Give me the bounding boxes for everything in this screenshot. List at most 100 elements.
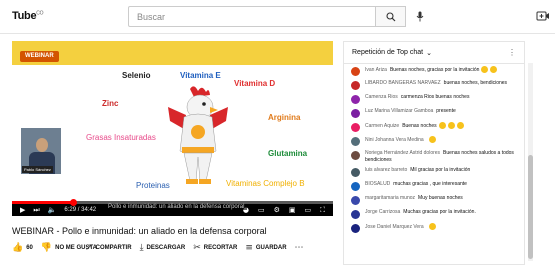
youtube-logo[interactable]: TubeCO	[12, 10, 43, 22]
download-label: DESCARGAR	[146, 245, 186, 251]
clip-button[interactable]: ✂ RECORTAR	[193, 243, 237, 253]
avatar[interactable]	[351, 123, 360, 132]
chat-author[interactable]: Luz Marina Villamizar Gamboa	[365, 108, 433, 114]
search-button[interactable]	[376, 6, 406, 27]
chat-author[interactable]: Jorge Carrizosa	[365, 209, 400, 215]
avatar[interactable]	[351, 168, 360, 177]
video-frame: WEBINAR Selenio Vitamina E Vitamina D Zi…	[12, 41, 333, 201]
chat-author[interactable]: BIOSALUD	[365, 181, 390, 187]
chat-author[interactable]: LIBARDO BANGERAS NARVAEZ	[365, 80, 441, 86]
avatar[interactable]	[351, 81, 360, 90]
like-count: 60	[26, 245, 33, 251]
chat-author[interactable]: Jose Daniel Marquez Vera	[365, 224, 424, 230]
chat-message: Nini Johanna Vera Medina	[344, 134, 524, 148]
avatar[interactable]	[351, 151, 360, 160]
video-subtitle-overlay: Pollo e inmunidad: un aliado en la defen…	[105, 204, 248, 210]
emoji-icon	[447, 122, 455, 129]
chat-message: Jose Daniel Marquez Vera	[344, 221, 524, 235]
save-button[interactable]: ≡ GUARDAR	[245, 243, 286, 253]
chat-text: Buenas noches, gracias por la invitación	[389, 66, 480, 73]
chat-message-body: margaritamaria munoz Muy buenas noches	[365, 195, 463, 202]
voice-search-button[interactable]	[412, 9, 427, 24]
like-button[interactable]: 👍 60	[12, 243, 33, 253]
chevron-down-icon[interactable]: ⌄	[426, 49, 432, 57]
avatar[interactable]	[351, 182, 360, 191]
search-input[interactable]: Buscar	[128, 6, 376, 27]
chat-message: Jorge Carrizosa Muchas gracias por la inv…	[344, 207, 524, 221]
chat-message: margaritamaria munoz Muy buenas noches	[344, 193, 524, 207]
chat-header[interactable]: Repetición de Top chat ⌄ ⋮	[344, 42, 524, 64]
chat-scrollbar-thumb[interactable]	[528, 155, 533, 259]
chat-message-body: Jose Daniel Marquez Vera	[365, 223, 436, 230]
chat-message-body: Jorge Carrizosa Muchas gracias por la inv…	[365, 209, 476, 216]
chat-text: muchas gracias , que interesante	[393, 181, 467, 187]
chat-scrollbar[interactable]	[528, 63, 533, 261]
create-video-icon[interactable]	[536, 10, 550, 22]
chat-author[interactable]: Camenza Rios	[365, 94, 398, 100]
avatar[interactable]	[351, 137, 360, 146]
chat-author[interactable]: margaritamaria munoz	[365, 195, 415, 201]
slide-header-band	[12, 41, 333, 65]
slide-word: Grasas Insaturadas	[86, 133, 156, 142]
avatar[interactable]	[351, 224, 360, 233]
more-vertical-icon[interactable]: ⋮	[508, 48, 516, 57]
chat-message-body: luis alvarez barreto Mil gracias por la i…	[365, 167, 470, 174]
more-horizontal-icon: ⋯	[294, 243, 304, 253]
chat-text: Mil gracias por la invitación	[410, 167, 471, 173]
miniplayer-icon[interactable]: ▣	[289, 206, 296, 215]
play-icon[interactable]: ▶	[20, 206, 25, 214]
emoji-icon	[490, 66, 498, 73]
video-player[interactable]: WEBINAR Selenio Vitamina E Vitamina D Zi…	[12, 41, 333, 216]
slide-word: Vitamina E	[180, 71, 221, 80]
chat-text: Muchas gracias por la invitación.	[403, 209, 476, 215]
slide-word: Zinc	[102, 99, 119, 108]
speaker-webcam: Pablo Sánchez	[20, 127, 62, 175]
thumbs-down-icon: 👎	[40, 243, 53, 253]
chat-author[interactable]: Carmen Aquize	[365, 123, 399, 129]
chat-message: luis alvarez barreto Mil gracias por la i…	[344, 165, 524, 179]
chat-message-body: LIBARDO BANGERAS NARVAEZ buenas noches, b…	[365, 80, 507, 87]
slide-word: Arginina	[268, 113, 301, 122]
time-display: 6:29 / 34:42	[64, 207, 97, 213]
more-actions-button[interactable]: ⋯	[295, 243, 304, 253]
avatar[interactable]	[351, 196, 360, 205]
avatar[interactable]	[351, 67, 360, 76]
chat-author[interactable]: Ivan Ariza	[365, 67, 387, 73]
microphone-icon	[416, 11, 423, 22]
chat-message-body: Luz Marina Villamizar Gamboa presente	[365, 108, 456, 115]
webinar-badge: WEBINAR	[20, 51, 59, 62]
avatar[interactable]	[351, 95, 360, 104]
share-button[interactable]: ↗ COMPARTIR	[85, 243, 131, 253]
next-icon[interactable]: ⏭	[33, 206, 39, 215]
theater-icon[interactable]: ▭	[304, 206, 311, 215]
chicken-mascot-image	[168, 86, 228, 184]
chat-message: Camenza Rios carmenza Rios buenas noches	[344, 92, 524, 106]
emoji-icon	[481, 66, 489, 73]
live-chat-panel: Repetición de Top chat ⌄ ⋮ Ivan Ariza Bue…	[343, 41, 525, 265]
avatar[interactable]	[351, 210, 360, 219]
volume-icon[interactable]: 🔈	[48, 206, 57, 214]
chat-text: buenas noches, bendiciones	[443, 80, 508, 86]
chat-message-body: Nini Johanna Vera Medina	[365, 136, 436, 143]
speaker-tag: Pablo Sánchez	[22, 166, 53, 173]
chat-author[interactable]: Nini Johanna Vera Medina	[365, 137, 424, 143]
emoji-icon	[438, 122, 446, 129]
subtitles-icon[interactable]: ▭	[258, 206, 265, 215]
settings-icon[interactable]: ⚙	[274, 206, 280, 215]
save-label: GUARDAR	[255, 245, 287, 251]
slide-word: Vitaminas Complejo B	[226, 179, 305, 188]
chat-message: LIBARDO BANGERAS NARVAEZ buenas noches, b…	[344, 78, 524, 92]
chat-message: Carmen Aquize Buenas noches	[344, 120, 524, 134]
share-icon: ↗	[85, 243, 93, 253]
chat-author[interactable]: luis alvarez barreto	[365, 167, 407, 173]
chat-author[interactable]: Noriega Hernández Astrid dolores	[365, 150, 440, 156]
playlist-add-icon: ≡	[245, 243, 253, 253]
fullscreen-icon[interactable]: ⛶	[320, 206, 325, 215]
avatar[interactable]	[351, 109, 360, 118]
video-actions: 👍 60 👎 NO ME GUSTA ↗ COMPARTIR ⤓ DESCARGAR ✂…	[12, 240, 342, 256]
player-right-controls: ● ▭ ⚙ ▣ ▭ ⛶	[243, 206, 333, 215]
chat-text: Muy buenas noches	[418, 195, 463, 201]
download-button[interactable]: ⤓ DESCARGAR	[140, 243, 186, 253]
chat-message-body: Ivan Ariza Buenas noches, gracias por la …	[365, 66, 498, 73]
dislike-button[interactable]: 👎 NO ME GUSTA	[40, 243, 97, 253]
